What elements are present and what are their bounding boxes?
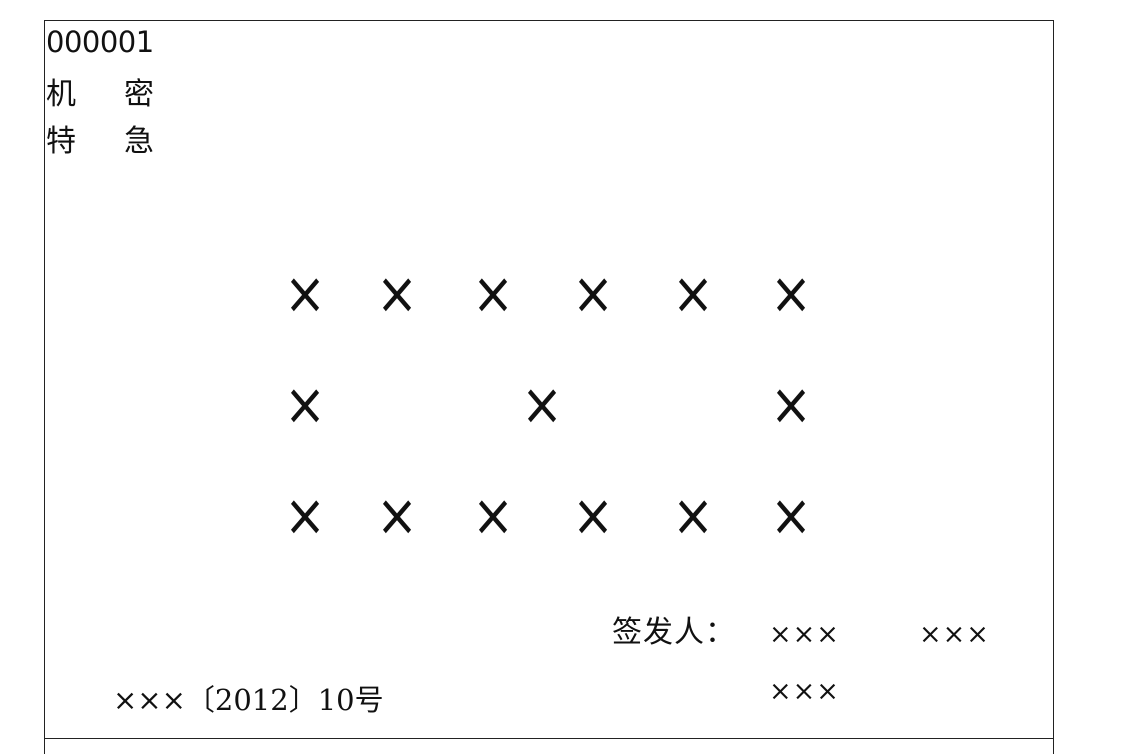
- issuer-title-row: × × ×: [280, 370, 820, 438]
- issuer-title-mark: ×: [572, 259, 614, 327]
- issuer-title-mark: ×: [672, 481, 714, 549]
- issuer-title-mark: ×: [572, 481, 614, 549]
- issuer-title-mark: ×: [672, 259, 714, 327]
- signer-name: ×××: [769, 619, 840, 650]
- signer-block: 签发人： ××× ××× ×××: [612, 618, 1042, 718]
- issuer-title-mark: ×: [284, 481, 326, 549]
- issuer-title-mark: ×: [521, 370, 563, 438]
- signer-name: ×××: [769, 676, 840, 707]
- issuer-title-mark: ×: [472, 259, 514, 327]
- issuer-title-mark: ×: [472, 481, 514, 549]
- issuer-title-mark: ×: [770, 481, 812, 549]
- issuer-title-mark: ×: [770, 259, 812, 327]
- signer-label: 签发人：: [612, 615, 736, 650]
- issuer-title-row: × × × × × ×: [280, 259, 820, 327]
- issuer-title-mark: ×: [284, 370, 326, 438]
- issuer-title-mark: ×: [284, 259, 326, 327]
- issuer-title-row: × × × × × ×: [280, 481, 820, 549]
- issuer-title-mark: ×: [376, 481, 418, 549]
- issuer-title-mark: ×: [376, 259, 418, 327]
- issuer-title-mark: ×: [770, 370, 812, 438]
- document-number: ×××〔2012〕10号: [113, 683, 384, 717]
- signer-name: ×××: [919, 619, 990, 650]
